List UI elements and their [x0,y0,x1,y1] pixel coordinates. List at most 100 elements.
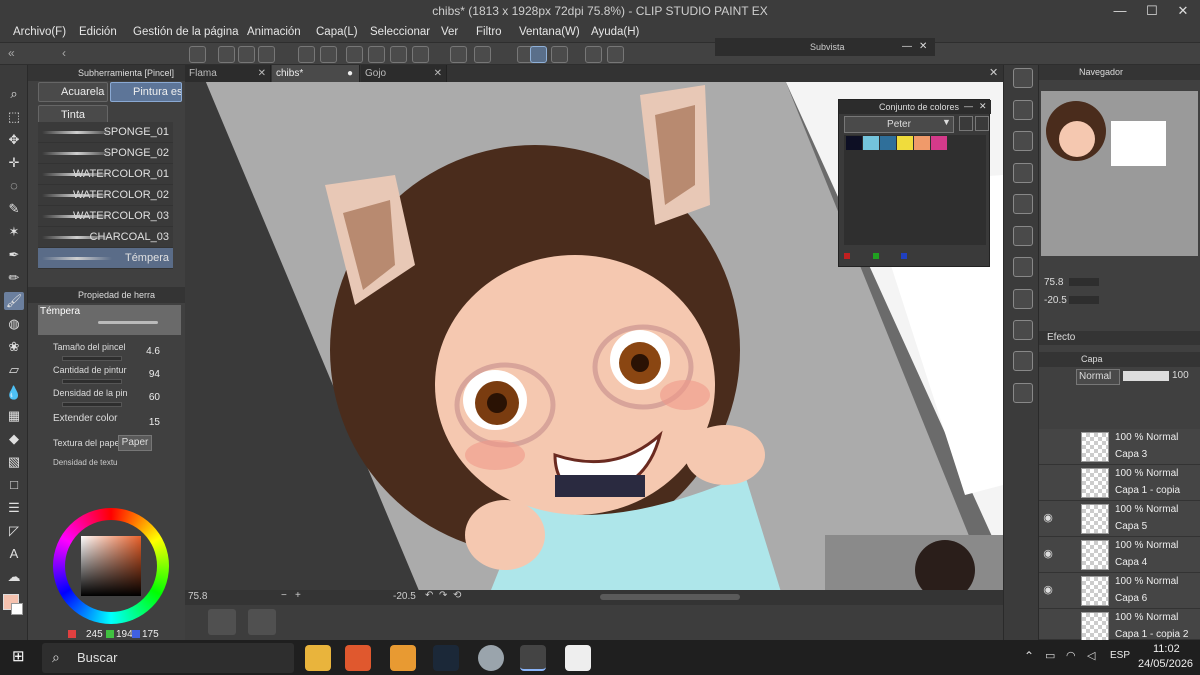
info-icon[interactable] [1013,226,1033,246]
zoom-out-icon[interactable]: − [281,590,287,601]
balloon-tool-icon[interactable]: ☁ [4,568,24,586]
blend-tool-icon[interactable]: 💧 [4,384,24,402]
brush-item-selected[interactable]: Témpera [38,248,173,269]
battery-icon[interactable]: ▭ [1045,649,1055,662]
history-icon[interactable] [1013,163,1033,183]
menu-seleccionar[interactable]: Seleccionar [370,22,430,42]
help-icon[interactable] [607,46,624,63]
layer-property-icon[interactable] [1013,257,1033,277]
menu-ver[interactable]: Ver [441,22,458,42]
pencil-tool-icon[interactable]: ✏ [4,269,24,287]
layer-row[interactable]: 100 % Normal Capa 3 [1039,429,1200,465]
app-icon[interactable] [478,645,504,671]
brush-item[interactable]: SPONGE_01 [38,122,173,143]
layer-row[interactable]: ◉ 100 % Normal Capa 6 [1039,573,1200,609]
redo-icon[interactable] [320,46,337,63]
ruler-tool-icon[interactable]: ◸ [4,522,24,540]
minimize-button[interactable]: — [1105,0,1135,22]
pen-tool-icon[interactable]: ✒ [4,246,24,264]
layer-row[interactable]: 100 % Normal Capa 1 - copia 2 [1039,609,1200,642]
move-tool-icon[interactable]: ✛ [4,154,24,172]
brush-item[interactable]: CHARCOAL_03 [38,227,173,248]
language-indicator[interactable]: ESP [1110,650,1130,661]
auto-action-icon[interactable] [1013,194,1033,214]
saturation-square[interactable] [81,536,141,596]
crop-icon[interactable] [368,46,385,63]
layer-row[interactable]: ◉ 100 % Normal Capa 4 [1039,537,1200,573]
wrench-icon[interactable] [959,116,973,131]
eye-icon[interactable]: ◉ [1042,548,1054,560]
eye-icon[interactable]: ◉ [1042,512,1054,524]
menu-capa[interactable]: Capa(L) [316,22,358,42]
search-icon[interactable] [1013,68,1033,88]
clip-studio-icon[interactable] [189,46,206,63]
material-icon[interactable] [1013,100,1033,120]
subtool-group-pintura[interactable]: Pintura esp [110,82,182,102]
reset-rotate-icon[interactable]: ⟲ [453,590,461,601]
swatch[interactable] [846,136,862,150]
save-icon[interactable] [258,46,275,63]
prop-color-stretch[interactable]: Extender color 15 [44,413,174,435]
rotate-left-icon[interactable]: ↶ [425,590,433,601]
tab-chibs[interactable]: chibs* ● [272,65,360,82]
color-set-dropdown[interactable]: Peter [844,116,954,133]
brush-item[interactable]: WATERCOLOR_01 [38,164,173,185]
clock-date[interactable]: 24/05/2026 [1138,658,1193,670]
angle-value[interactable]: -20.5 [393,591,416,602]
quick-access-icon[interactable] [1013,351,1033,371]
zoom-tool-icon[interactable]: ⌕ [4,85,24,103]
color-set-minimize-icon[interactable]: — [964,101,973,111]
brush-tool-icon[interactable]: 🖌 [4,292,24,310]
rotate-right-icon[interactable]: ↷ [439,590,447,601]
brave-icon[interactable] [345,645,371,671]
swatch[interactable] [931,136,947,150]
tab-flama[interactable]: Flama ✕ [185,65,271,82]
opacity-value[interactable]: 100 [1172,370,1189,381]
prop-paint-density[interactable]: Densidad de la pin 60 [44,388,174,410]
fill-icon[interactable] [390,46,407,63]
menu-gestion-pagina[interactable]: Gestión de la página [133,22,239,42]
blend-mode-select[interactable]: Normal [1076,369,1120,385]
volume-icon[interactable]: ◁ [1087,649,1095,662]
layout-grid-icon[interactable] [248,609,276,635]
swatch[interactable] [897,136,913,150]
color-set-close-icon[interactable]: ✕ [979,101,987,112]
import-icon[interactable] [975,116,989,131]
steam-icon[interactable] [433,645,459,671]
maximize-button[interactable]: ☐ [1137,0,1167,22]
opacity-slider[interactable] [1123,371,1169,381]
wifi-icon[interactable]: ◠ [1066,649,1076,662]
subvista-close-icon[interactable]: ✕ [919,38,927,56]
deselect-icon[interactable] [474,46,491,63]
sub-color-swatch[interactable] [11,603,23,615]
subtool-group-acuarela[interactable]: Acuarela [38,82,108,102]
subvista-icon[interactable] [1013,131,1033,151]
search-box[interactable]: ⌕ Buscar [42,643,294,673]
navigator-preview[interactable] [1041,91,1198,256]
object-tool-icon[interactable]: ⬚ [4,108,24,126]
notion-icon[interactable] [565,645,591,671]
brush-item[interactable]: SPONGE_02 [38,143,173,164]
brush-item[interactable]: WATERCOLOR_03 [38,206,173,227]
figure-tool-icon[interactable]: ▦ [4,407,24,425]
zoom-in-icon[interactable]: + [295,590,301,601]
file-explorer-icon[interactable] [305,645,331,671]
clear-icon[interactable] [346,46,363,63]
snap-grid-icon[interactable] [551,46,568,63]
menu-archivo[interactable]: Archivo(F) [13,22,66,42]
layer-row[interactable]: 100 % Normal Capa 1 - copia [1039,465,1200,501]
eye-icon[interactable]: ◉ [1042,584,1054,596]
navigator-angle[interactable]: -20.5 [1044,295,1067,306]
menu-ayuda[interactable]: Ayuda(H) [591,22,639,42]
swatch[interactable] [914,136,930,150]
collapse-icon[interactable]: ‹ [62,46,66,60]
zoom-value[interactable]: 75.8 [188,591,207,602]
media-player-icon[interactable] [390,645,416,671]
animation-icon[interactable] [1013,383,1033,403]
collapse-left-icon[interactable]: « [8,46,15,60]
layer-icon[interactable] [1013,320,1033,340]
navigator-angle-slider[interactable] [1069,296,1099,304]
smartphone-icon[interactable] [585,46,602,63]
layer-row[interactable]: ◉ 100 % Normal Capa 5 [1039,501,1200,537]
transform-icon[interactable] [412,46,429,63]
